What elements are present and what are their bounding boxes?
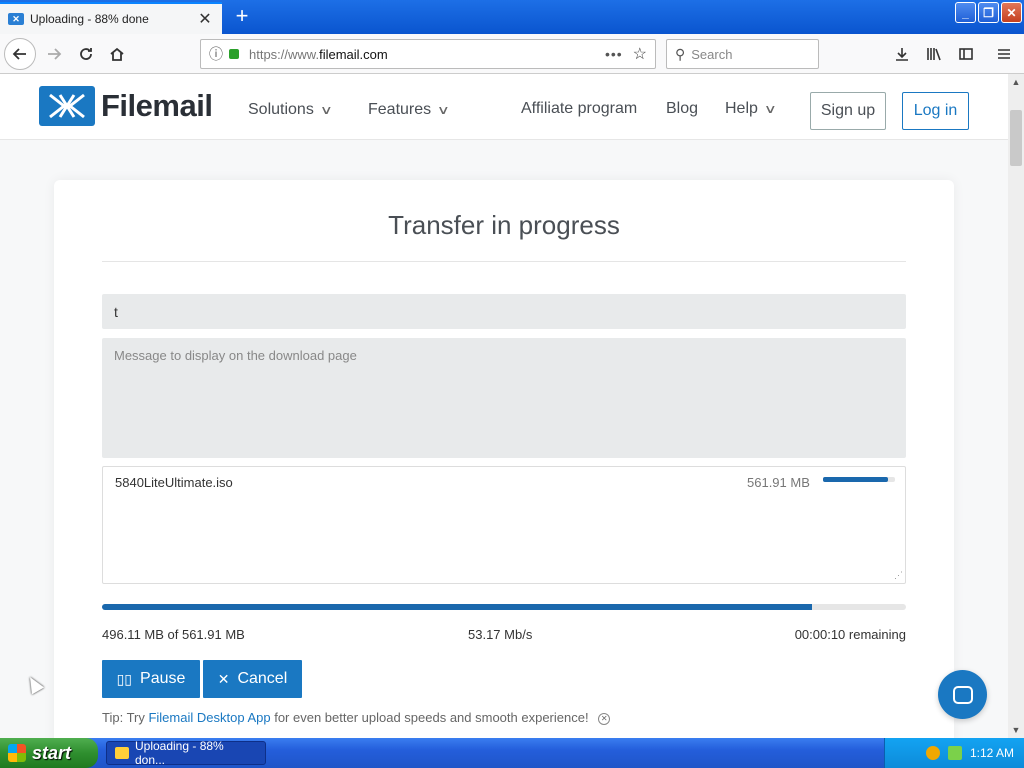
forward-button[interactable]	[40, 40, 68, 68]
bookmark-star-icon[interactable]: ☆	[633, 44, 647, 64]
chat-bubble-icon	[952, 685, 973, 704]
file-progress-fill	[823, 477, 888, 482]
nav-features-label: Features	[368, 101, 432, 118]
nav-help[interactable]: Help ∨	[725, 100, 777, 118]
search-input[interactable]: ⚲ Search	[666, 39, 819, 69]
library-icon[interactable]	[922, 42, 946, 66]
arrow-right-icon	[48, 48, 62, 60]
tip-text: Tip: Try Filemail Desktop App for even b…	[102, 710, 611, 725]
url-bar[interactable]: ⓘ https://www.filemail.com ••• ☆	[200, 39, 656, 69]
chevron-down-icon: ∨	[436, 103, 451, 117]
transferred-amount: 496.11 MB of 561.91 MB	[102, 627, 245, 642]
chat-launcher-button[interactable]	[938, 670, 987, 719]
chevron-down-icon: ∨	[763, 102, 777, 116]
home-icon	[110, 47, 124, 61]
file-list: 5840LiteUltimate.iso 561.91 MB ⋰	[102, 466, 906, 584]
windows-flag-icon	[8, 744, 26, 762]
nav-affiliate[interactable]: Affiliate program	[521, 100, 637, 118]
transfer-card: Transfer in progress t Message to displa…	[54, 180, 954, 738]
overall-progress-bar	[102, 604, 906, 610]
nav-solutions-label: Solutions	[248, 101, 314, 118]
file-progress-bar	[823, 477, 895, 482]
downloads-icon[interactable]	[890, 42, 914, 66]
scrollbar-thumb[interactable]	[1010, 110, 1022, 166]
network-tray-icon[interactable]	[947, 746, 962, 760]
brand-name: Filemail	[101, 88, 213, 123]
tab-close-icon[interactable]: ✕	[196, 9, 214, 29]
browser-navbar: ⓘ https://www.filemail.com ••• ☆ ⚲ Searc…	[0, 34, 1024, 74]
search-tray-icon[interactable]	[925, 746, 940, 760]
taskbar-window-button[interactable]: Uploading - 88% don...	[106, 739, 266, 767]
login-button[interactable]: Log in	[902, 92, 969, 130]
pause-button[interactable]: ▯▯ Pause	[102, 660, 200, 698]
page-title: Transfer in progress	[388, 210, 620, 240]
clock: 1:12 AM	[969, 746, 1014, 760]
search-icon: ⚲	[675, 45, 686, 62]
file-name: 5840LiteUltimate.iso	[115, 475, 233, 490]
page-actions-icon[interactable]: •••	[605, 46, 623, 62]
page-scrollbar[interactable]: ▲ ▼	[1008, 74, 1024, 738]
time-remaining: 00:00:10 remaining	[794, 627, 906, 642]
transfer-speed: 53.17 Mb/s	[468, 627, 533, 642]
filemail-logo-icon	[39, 86, 95, 126]
resize-grip-icon[interactable]: ⋰	[894, 570, 903, 581]
search-placeholder: Search	[691, 46, 733, 62]
overall-progress-fill	[102, 604, 812, 610]
filemail-logo[interactable]: Filemail	[39, 86, 213, 126]
message-field[interactable]: Message to display on the download page	[102, 338, 906, 458]
firefox-icon	[115, 747, 129, 759]
pause-label: Pause	[140, 670, 186, 687]
mouse-cursor-icon	[23, 673, 45, 695]
info-icon[interactable]: ⓘ	[209, 44, 223, 64]
start-label: start	[32, 742, 72, 763]
minimize-button[interactable]: _	[955, 2, 976, 23]
reload-icon	[80, 48, 92, 60]
file-size: 561.91 MB	[747, 475, 810, 490]
back-button[interactable]	[4, 38, 36, 70]
pause-icon: ▯▯	[116, 670, 133, 687]
close-icon: ✕	[217, 670, 230, 687]
home-button[interactable]	[103, 40, 131, 68]
nav-blog[interactable]: Blog	[666, 100, 698, 118]
filemail-favicon-icon: ✕	[8, 13, 24, 25]
url-text: https://www.filemail.com	[249, 46, 388, 62]
title-divider	[102, 261, 906, 262]
scroll-down-icon[interactable]: ▼	[1008, 722, 1024, 738]
desktop-app-link[interactable]: Filemail Desktop App	[148, 710, 270, 725]
sidebar-icon[interactable]	[954, 42, 978, 66]
browser-tab[interactable]: ✕ Uploading - 88% done ✕	[0, 2, 222, 34]
nav-solutions[interactable]: Solutions ∨	[248, 101, 333, 119]
scroll-up-icon[interactable]: ▲	[1008, 74, 1024, 90]
tab-title: Uploading - 88% done	[30, 12, 149, 26]
chevron-down-icon: ∨	[319, 103, 333, 117]
taskbar-window-label: Uploading - 88% don...	[134, 739, 224, 767]
tip-suffix: for even better upload speeds and smooth…	[270, 710, 589, 725]
arrow-left-icon	[12, 48, 26, 60]
tip-prefix: Tip: Try	[102, 710, 149, 725]
subject-field[interactable]: t	[102, 294, 906, 329]
lock-icon	[229, 49, 239, 59]
hamburger-menu-icon[interactable]	[992, 42, 1016, 66]
nav-features[interactable]: Features ∨	[368, 101, 451, 119]
signup-button[interactable]: Sign up	[810, 92, 886, 130]
page-viewport: Filemail Solutions ∨ Features ∨ Affiliat…	[0, 74, 1008, 738]
tip-dismiss-icon[interactable]: ✕	[598, 712, 611, 725]
cancel-label: Cancel	[237, 670, 288, 687]
browser-tab-strip: ✕ Uploading - 88% done ✕ + _ ❐ ✕	[0, 0, 1024, 34]
nav-help-label: Help	[725, 100, 758, 117]
site-header: Filemail Solutions ∨ Features ∨ Affiliat…	[0, 74, 1008, 140]
window-close-button[interactable]: ✕	[1001, 2, 1022, 23]
cancel-button[interactable]: ✕ Cancel	[203, 660, 302, 698]
start-button[interactable]: start	[0, 738, 98, 768]
reload-button[interactable]	[72, 40, 100, 68]
window-controls: _ ❐ ✕	[955, 2, 1022, 23]
new-tab-button[interactable]: +	[230, 4, 254, 28]
restore-button[interactable]: ❐	[978, 2, 999, 23]
system-tray: 1:12 AM	[884, 738, 1024, 768]
taskbar: start Uploading - 88% don... 1:12 AM	[0, 738, 1024, 768]
